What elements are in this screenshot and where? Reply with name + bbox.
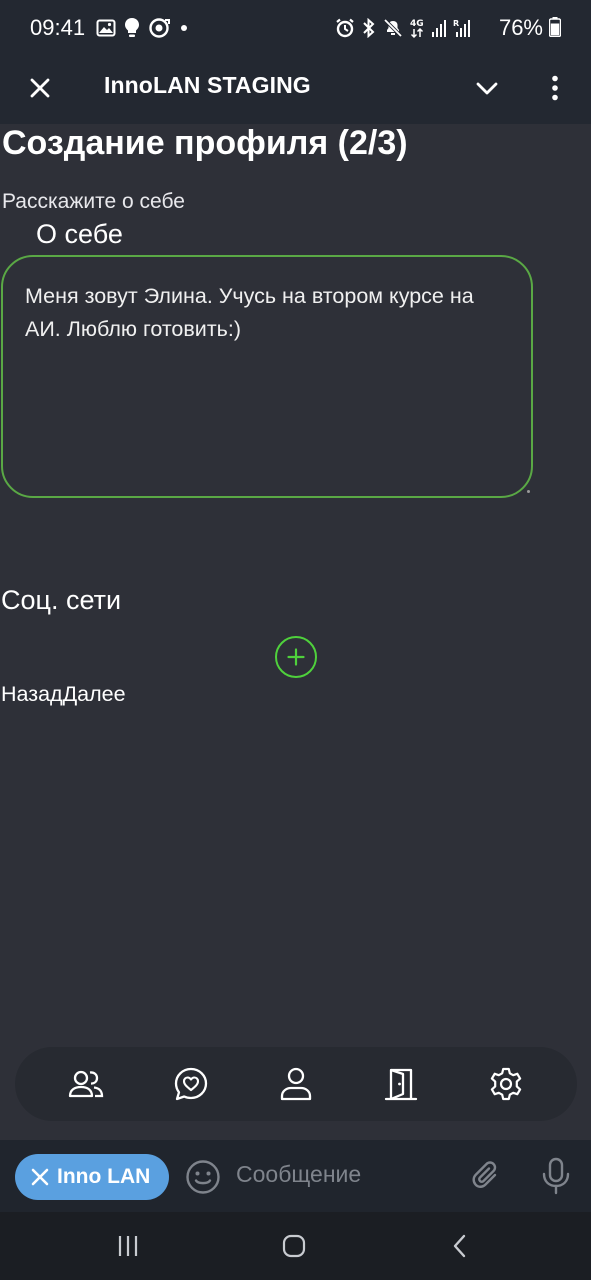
resize-handle[interactable] (527, 490, 530, 493)
home-icon (282, 1234, 306, 1258)
mute-icon (383, 18, 403, 38)
home-button[interactable] (276, 1230, 312, 1262)
svg-text:4G: 4G (410, 19, 424, 29)
form-navigation: Назад Далее (1, 682, 126, 707)
about-textarea[interactable]: Меня зовут Элина. Учусь на втором курсе … (1, 255, 533, 498)
nav-chats[interactable] (163, 1056, 219, 1112)
social-section-label: Соц. сети (1, 585, 122, 615)
next-link[interactable]: Далее (63, 682, 126, 707)
profile-icon (280, 1067, 312, 1101)
back-link[interactable]: Назад (1, 682, 63, 707)
emoji-icon[interactable] (184, 1158, 222, 1196)
lightbulb-icon (125, 18, 139, 37)
settings-icon (491, 1067, 522, 1101)
status-right-icons: 4G R (335, 16, 471, 40)
dot-icon (181, 25, 187, 31)
bot-chip-label: Inno LAN (57, 1165, 151, 1188)
people-icon (68, 1070, 103, 1098)
message-input[interactable]: Сообщение (236, 1161, 361, 1188)
close-icon (31, 1168, 49, 1186)
more-button[interactable] (537, 70, 573, 106)
sync-icon (149, 18, 170, 38)
recent-apps-icon (118, 1236, 138, 1256)
svg-text:R: R (453, 19, 459, 28)
chevron-down-icon (476, 82, 498, 95)
battery-icon (549, 17, 561, 37)
4g-icon: 4G (410, 19, 424, 39)
more-vert-icon (552, 75, 558, 101)
about-prompt: Расскажите о себе (2, 190, 185, 213)
bottom-nav (15, 1047, 577, 1121)
page-title: Создание профиля (2/3) (2, 124, 408, 162)
about-field-label: О себе (36, 219, 123, 249)
about-text-value: Меня зовут Элина. Учусь на втором курсе … (25, 284, 474, 341)
paperclip-icon[interactable] (468, 1158, 506, 1196)
bot-chip[interactable]: Inno LAN (15, 1154, 169, 1200)
app-title: InnoLAN STAGING (104, 72, 311, 98)
status-bar: 09:41 4G R 76% (0, 0, 591, 56)
nav-profile[interactable] (268, 1056, 324, 1112)
system-nav-bar (0, 1212, 591, 1280)
status-time: 09:41 (30, 15, 86, 40)
door-icon (385, 1068, 418, 1101)
recent-apps-button[interactable] (110, 1230, 146, 1262)
back-button[interactable] (442, 1230, 478, 1262)
bluetooth-icon (363, 18, 375, 38)
chat-heart-icon (174, 1067, 207, 1101)
back-icon (453, 1234, 466, 1258)
status-left-icons (96, 16, 190, 40)
nav-people[interactable] (58, 1056, 114, 1112)
message-composer: Inno LAN Сообщение (0, 1140, 591, 1212)
app-bar: InnoLAN STAGING (0, 56, 591, 124)
microphone-icon[interactable] (536, 1156, 576, 1196)
alarm-icon (336, 18, 354, 38)
battery-level: 76% (498, 15, 543, 40)
close-icon (30, 78, 50, 98)
gallery-icon (96, 19, 116, 37)
signal-r-icon: R (453, 19, 470, 37)
expand-button[interactable] (469, 70, 505, 106)
nav-exit[interactable] (373, 1056, 429, 1112)
add-social-button[interactable] (275, 636, 317, 678)
nav-settings[interactable] (478, 1056, 534, 1112)
plus-icon (287, 648, 305, 666)
signal-icon (432, 20, 446, 37)
close-button[interactable] (22, 70, 58, 106)
